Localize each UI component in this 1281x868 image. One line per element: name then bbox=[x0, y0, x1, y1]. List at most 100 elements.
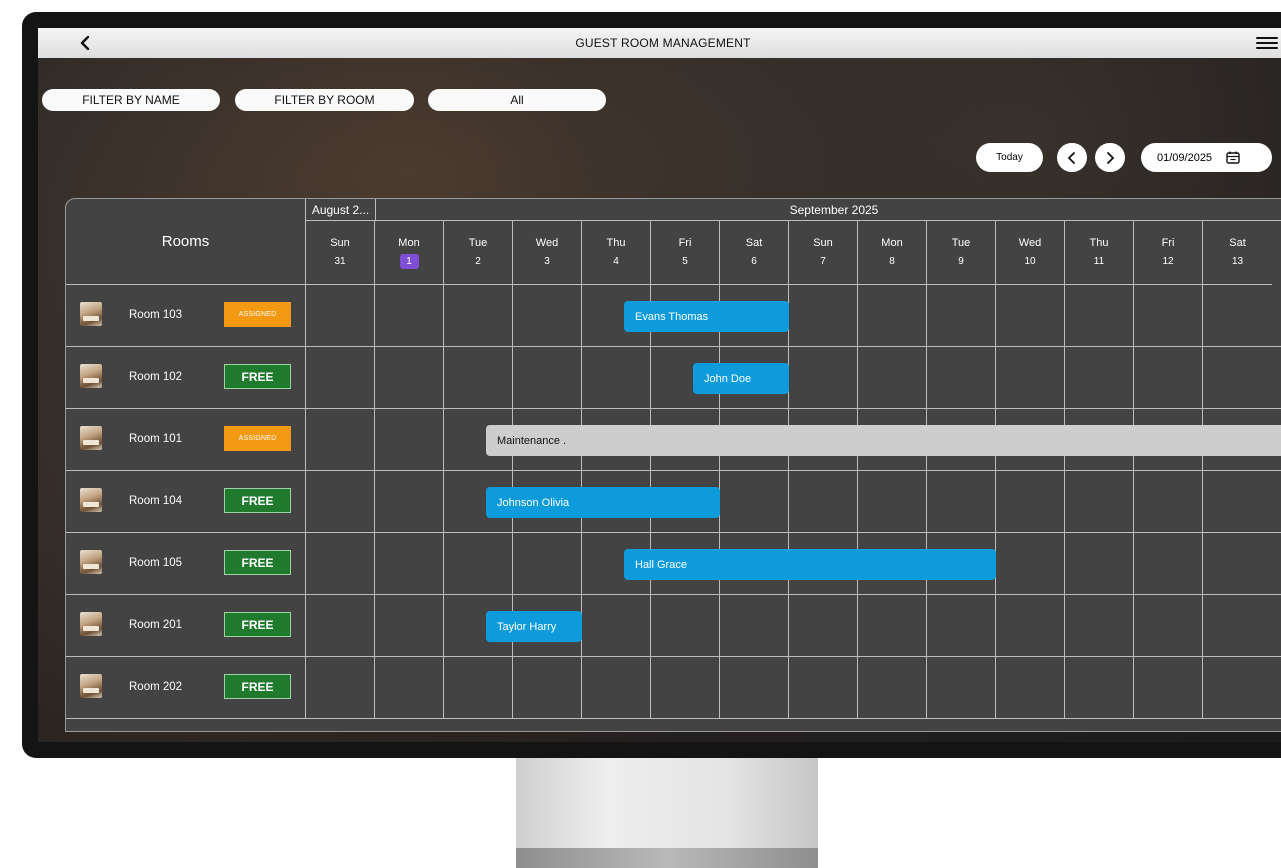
calendar-cell[interactable] bbox=[996, 595, 1065, 657]
calendar-cell[interactable] bbox=[513, 657, 582, 719]
today-button[interactable]: Today bbox=[976, 143, 1043, 172]
calendar-cell[interactable] bbox=[858, 347, 927, 409]
day-header-10[interactable]: Wed 10 bbox=[996, 221, 1065, 285]
calendar-cell[interactable] bbox=[789, 285, 858, 347]
calendar-cell[interactable] bbox=[720, 595, 789, 657]
calendar-cell[interactable] bbox=[582, 657, 651, 719]
room-info[interactable]: Room 103 ASSIGNED bbox=[66, 285, 306, 347]
status-filter-select[interactable]: All bbox=[428, 89, 606, 111]
calendar-cell[interactable] bbox=[1203, 347, 1272, 409]
room-info[interactable]: Room 201 FREE bbox=[66, 595, 306, 657]
calendar-cell[interactable] bbox=[513, 533, 582, 595]
calendar-cell[interactable] bbox=[1134, 533, 1203, 595]
calendar-cell[interactable] bbox=[513, 347, 582, 409]
calendar-cell[interactable] bbox=[996, 285, 1065, 347]
calendar-cell[interactable] bbox=[1065, 533, 1134, 595]
calendar-cell[interactable] bbox=[720, 471, 789, 533]
calendar-cell[interactable] bbox=[720, 657, 789, 719]
calendar-cell[interactable] bbox=[858, 657, 927, 719]
calendar-cell[interactable] bbox=[513, 285, 582, 347]
booking-block[interactable]: Evans Thomas bbox=[624, 301, 789, 332]
calendar-cell[interactable] bbox=[1203, 285, 1272, 347]
calendar-cell[interactable] bbox=[375, 471, 444, 533]
calendar-cell[interactable] bbox=[927, 657, 996, 719]
day-header-3[interactable]: Wed 3 bbox=[513, 221, 582, 285]
calendar-cell[interactable] bbox=[996, 471, 1065, 533]
calendar-cell[interactable] bbox=[306, 657, 375, 719]
calendar-cell[interactable] bbox=[1134, 285, 1203, 347]
calendar-cell[interactable] bbox=[1065, 347, 1134, 409]
calendar-cell[interactable] bbox=[375, 657, 444, 719]
calendar-cell[interactable] bbox=[996, 657, 1065, 719]
calendar-cell[interactable] bbox=[927, 347, 996, 409]
hamburger-menu-icon[interactable] bbox=[1256, 33, 1278, 53]
calendar-cell[interactable] bbox=[1203, 533, 1272, 595]
calendar-cell[interactable] bbox=[306, 471, 375, 533]
calendar-cell[interactable] bbox=[789, 657, 858, 719]
calendar-cell[interactable] bbox=[1065, 471, 1134, 533]
calendar-cell[interactable] bbox=[444, 657, 513, 719]
filter-by-room-button[interactable]: FILTER BY ROOM bbox=[235, 89, 414, 111]
calendar-cell[interactable] bbox=[927, 471, 996, 533]
calendar-cell[interactable] bbox=[1134, 595, 1203, 657]
day-header-4[interactable]: Thu 4 bbox=[582, 221, 651, 285]
calendar-cell[interactable] bbox=[789, 595, 858, 657]
day-header-6[interactable]: Sat 6 bbox=[720, 221, 789, 285]
day-header-8[interactable]: Mon 8 bbox=[858, 221, 927, 285]
calendar-cell[interactable] bbox=[375, 533, 444, 595]
calendar-cell[interactable] bbox=[651, 657, 720, 719]
calendar-cell[interactable] bbox=[1134, 471, 1203, 533]
calendar-cell[interactable] bbox=[375, 347, 444, 409]
day-header-9[interactable]: Tue 9 bbox=[927, 221, 996, 285]
filter-by-name-button[interactable]: FILTER BY NAME bbox=[42, 89, 220, 111]
calendar-cell[interactable] bbox=[306, 347, 375, 409]
back-button[interactable] bbox=[74, 31, 96, 55]
calendar-icon[interactable] bbox=[1226, 151, 1240, 164]
calendar-cell[interactable] bbox=[1203, 657, 1272, 719]
calendar-cell[interactable] bbox=[1203, 471, 1272, 533]
day-header-2[interactable]: Tue 2 bbox=[444, 221, 513, 285]
calendar-cell[interactable] bbox=[582, 347, 651, 409]
calendar-cell[interactable] bbox=[444, 347, 513, 409]
calendar-cell[interactable] bbox=[858, 595, 927, 657]
calendar-cell[interactable] bbox=[582, 595, 651, 657]
day-header-11[interactable]: Thu 11 bbox=[1065, 221, 1134, 285]
day-header-12[interactable]: Fri 12 bbox=[1134, 221, 1203, 285]
date-picker-field[interactable]: 01/09/2025 bbox=[1141, 143, 1272, 172]
calendar-cell[interactable] bbox=[1134, 347, 1203, 409]
prev-week-button[interactable] bbox=[1057, 143, 1087, 172]
calendar-cell[interactable] bbox=[858, 285, 927, 347]
calendar-cell[interactable] bbox=[1065, 595, 1134, 657]
booking-block[interactable]: Hall Grace bbox=[624, 549, 996, 580]
calendar-cell[interactable] bbox=[306, 285, 375, 347]
room-info[interactable]: Room 202 FREE bbox=[66, 657, 306, 719]
booking-block[interactable]: Taylor Harry bbox=[486, 611, 582, 642]
calendar-cell[interactable] bbox=[651, 595, 720, 657]
calendar-cell[interactable] bbox=[858, 471, 927, 533]
day-header-1[interactable]: Mon 1 bbox=[375, 221, 444, 285]
calendar-cell[interactable] bbox=[375, 285, 444, 347]
maintenance-block[interactable]: Maintenance . bbox=[486, 425, 1281, 456]
room-info[interactable]: Room 104 FREE bbox=[66, 471, 306, 533]
calendar-cell[interactable] bbox=[375, 409, 444, 471]
booking-block[interactable]: Johnson Olivia bbox=[486, 487, 720, 518]
calendar-cell[interactable] bbox=[444, 533, 513, 595]
day-header-31[interactable]: Sun 31 bbox=[306, 221, 375, 285]
calendar-cell[interactable] bbox=[996, 533, 1065, 595]
next-week-button[interactable] bbox=[1095, 143, 1125, 172]
calendar-cell[interactable] bbox=[306, 409, 375, 471]
calendar-cell[interactable] bbox=[375, 595, 444, 657]
calendar-cell[interactable] bbox=[444, 285, 513, 347]
room-info[interactable]: Room 101 ASSIGNED bbox=[66, 409, 306, 471]
calendar-cell[interactable] bbox=[1065, 657, 1134, 719]
calendar-cell[interactable] bbox=[789, 347, 858, 409]
calendar-cell[interactable] bbox=[1065, 285, 1134, 347]
calendar-cell[interactable] bbox=[996, 347, 1065, 409]
calendar-cell[interactable] bbox=[927, 595, 996, 657]
calendar-cell[interactable] bbox=[1134, 657, 1203, 719]
calendar-cell[interactable] bbox=[306, 595, 375, 657]
day-header-7[interactable]: Sun 7 bbox=[789, 221, 858, 285]
day-header-13[interactable]: Sat 13 bbox=[1203, 221, 1272, 285]
calendar-cell[interactable] bbox=[927, 285, 996, 347]
room-info[interactable]: Room 102 FREE bbox=[66, 347, 306, 409]
